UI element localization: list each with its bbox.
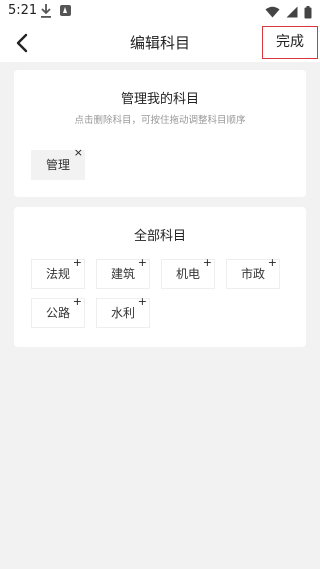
subject-tag[interactable]: 市政 + bbox=[226, 257, 280, 289]
my-subjects-hint: 点击删除科目，可按住拖动调整科目顺序 bbox=[74, 115, 246, 126]
battery-icon bbox=[304, 5, 312, 18]
all-subjects-title: 全部科目 bbox=[133, 229, 186, 244]
tag-label: 水利 bbox=[110, 306, 135, 320]
add-icon[interactable]: + bbox=[203, 257, 212, 269]
tag-label: 管理 bbox=[45, 158, 70, 172]
subject-tag[interactable]: 法规 + bbox=[31, 257, 85, 289]
status-time: 5:21 bbox=[8, 3, 38, 18]
add-icon[interactable]: + bbox=[73, 257, 82, 269]
tag-label: 市政 bbox=[240, 267, 265, 281]
all-subjects-card: 全部科目 法规 + 建筑 + 机电 + 市政 + 公路 + 水利 + bbox=[14, 207, 306, 347]
wifi-icon bbox=[265, 6, 280, 18]
screen: 5:21 编辑科目 完成 管理我的科目 点击删除科目，可按住拖动调整科目顺序 管… bbox=[0, 0, 320, 569]
add-icon[interactable]: + bbox=[138, 296, 147, 308]
signal-icon bbox=[286, 6, 298, 18]
subject-tag[interactable]: 建筑 + bbox=[96, 257, 150, 289]
remove-icon[interactable]: × bbox=[74, 147, 83, 159]
add-icon[interactable]: + bbox=[268, 257, 277, 269]
my-subjects-card: 管理我的科目 点击删除科目，可按住拖动调整科目顺序 管理 × bbox=[14, 70, 306, 197]
tag-label: 机电 bbox=[175, 267, 200, 281]
my-subjects-title: 管理我的科目 bbox=[120, 92, 199, 107]
subject-tag[interactable]: 水利 + bbox=[96, 296, 150, 328]
add-icon[interactable]: + bbox=[73, 296, 82, 308]
done-button[interactable]: 完成 bbox=[262, 26, 318, 59]
subject-tag[interactable]: 机电 + bbox=[161, 257, 215, 289]
chevron-left-icon bbox=[16, 33, 28, 53]
back-button[interactable] bbox=[10, 30, 36, 56]
tag-label: 建筑 bbox=[110, 267, 135, 281]
add-icon[interactable]: + bbox=[138, 257, 147, 269]
status-bar: 5:21 bbox=[0, 0, 320, 24]
download-icon bbox=[41, 4, 51, 18]
subject-tag[interactable]: 公路 + bbox=[31, 296, 85, 328]
app-a-icon bbox=[60, 5, 71, 16]
tag-label: 法规 bbox=[45, 267, 70, 281]
my-subject-tag[interactable]: 管理 × bbox=[31, 147, 85, 180]
status-right-icons bbox=[265, 4, 312, 20]
nav-bar: 编辑科目 完成 bbox=[0, 24, 320, 62]
tag-label: 公路 bbox=[45, 306, 70, 320]
